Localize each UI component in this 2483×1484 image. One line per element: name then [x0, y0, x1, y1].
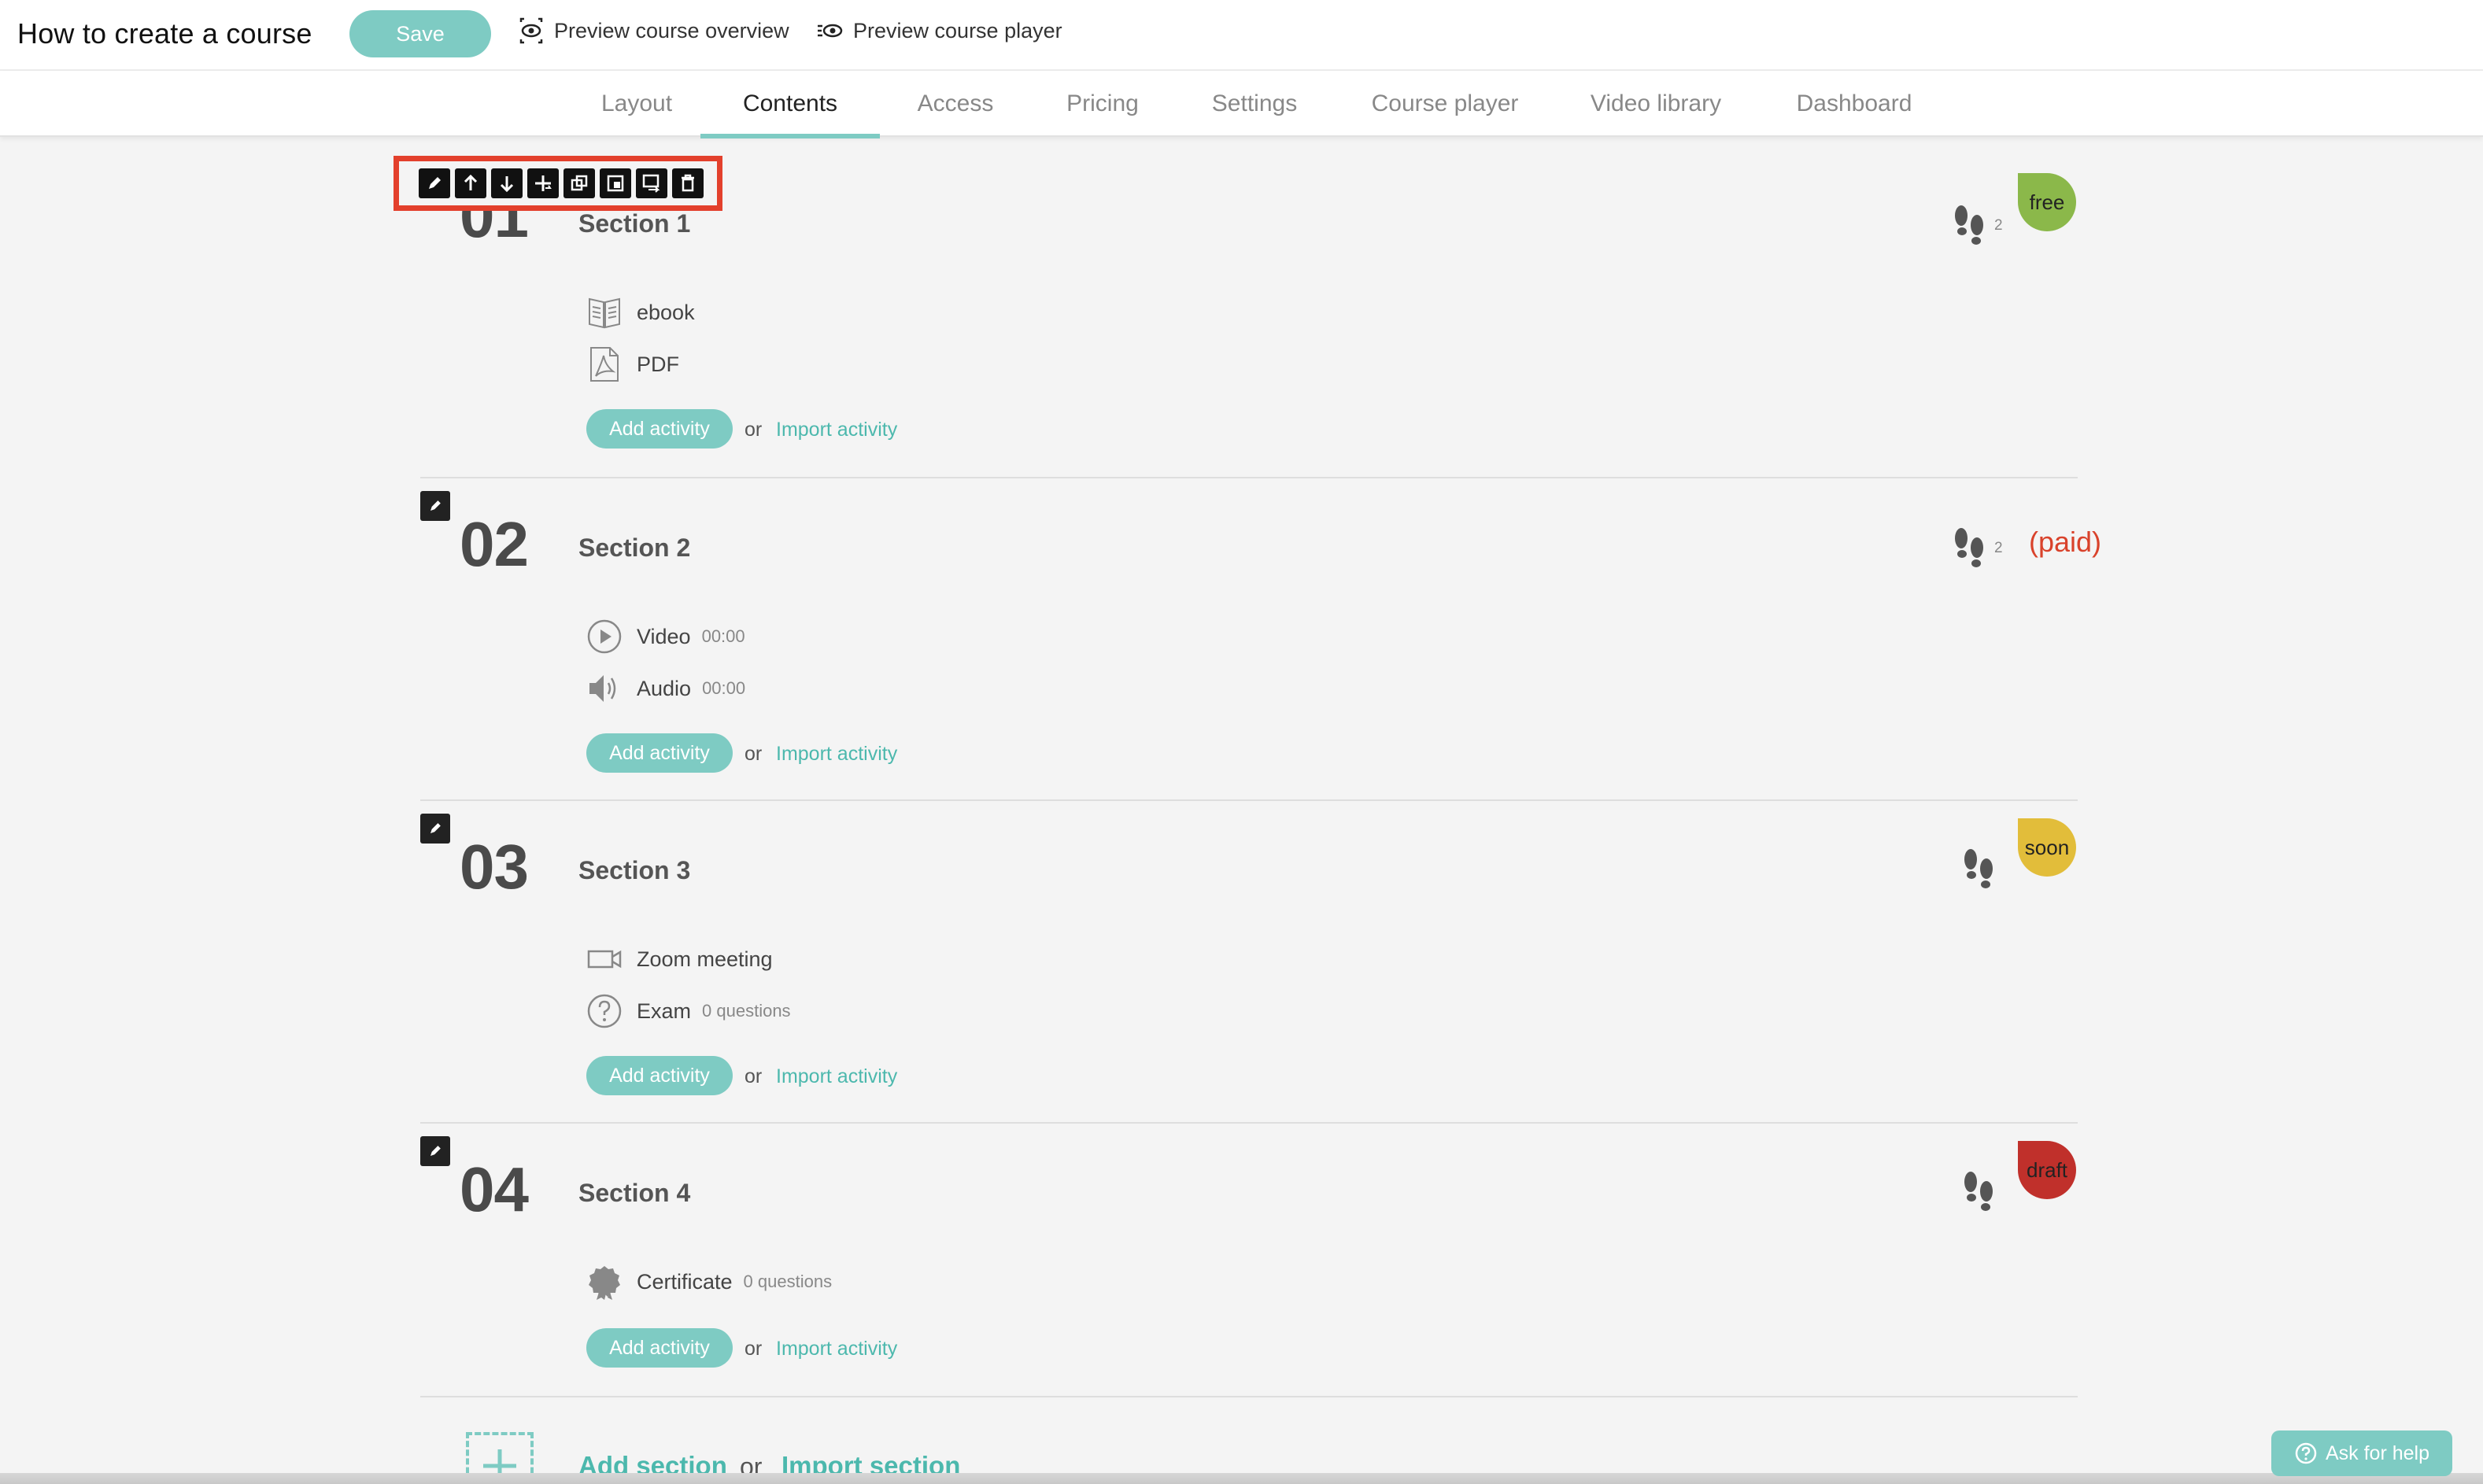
- preview-course-player-label: Preview course player: [853, 18, 1062, 42]
- activity-item[interactable]: Audio 00:00: [586, 670, 745, 707]
- course-tabs: Layout Contents Access Pricing Settings …: [0, 71, 2483, 138]
- status-badge-soon: soon: [2018, 818, 2076, 877]
- edit-icon[interactable]: [419, 168, 450, 198]
- delete-icon[interactable]: [672, 168, 704, 198]
- activity-question-count: 0 questions: [702, 1001, 791, 1021]
- activity-item[interactable]: Zoom meeting: [586, 941, 773, 977]
- tab-access[interactable]: Access: [897, 71, 1014, 137]
- preview-eye-icon: [519, 17, 543, 44]
- activity-label: Certificate: [637, 1269, 733, 1294]
- section-number: 04: [460, 1154, 529, 1224]
- activity-question-count: 0 questions: [743, 1272, 833, 1291]
- tab-layout[interactable]: Layout: [581, 71, 693, 137]
- question-icon: [587, 994, 622, 1028]
- speaker-icon: [589, 675, 616, 702]
- top-bar: How to create a course Save Preview cour…: [0, 0, 2483, 71]
- activity-duration: 00:00: [702, 678, 746, 698]
- section-toolbar: [419, 168, 704, 198]
- footprints-icon: [1964, 1172, 1993, 1211]
- certificate-icon: [589, 1266, 620, 1300]
- or-text: or: [745, 1338, 763, 1360]
- activity-item[interactable]: ebook: [586, 294, 695, 330]
- import-activity-link[interactable]: Import activity: [776, 1065, 897, 1088]
- status-badge-free: free: [2018, 173, 2076, 231]
- course-title: How to create a course: [17, 17, 312, 50]
- add-activity-button[interactable]: Add activity: [586, 733, 733, 773]
- activity-label: Zoom meeting: [637, 947, 773, 971]
- section-number: 03: [460, 832, 529, 902]
- section-title[interactable]: Section 3: [578, 856, 690, 885]
- duplicate-icon[interactable]: [563, 168, 595, 198]
- or-text: or: [745, 419, 763, 441]
- activity-duration: 00:00: [701, 626, 745, 646]
- move-down-icon[interactable]: [491, 168, 523, 198]
- preview-player-eye-icon: [818, 24, 843, 38]
- section-divider: [420, 477, 2078, 478]
- activity-label: Video: [637, 624, 691, 648]
- add-activity-button[interactable]: Add activity: [586, 1328, 733, 1368]
- section-divider: [420, 799, 2078, 801]
- section-divider: [420, 1122, 2078, 1124]
- status-badge-draft: draft: [2018, 1141, 2076, 1199]
- save-button[interactable]: Save: [349, 10, 491, 57]
- activity-item[interactable]: Exam 0 questions: [586, 993, 791, 1029]
- footprints-icon: [1964, 849, 1993, 888]
- preview-course-player-link[interactable]: Preview course player: [817, 17, 1062, 44]
- preview-course-overview-label: Preview course overview: [554, 18, 789, 42]
- section-edit-icon[interactable]: [420, 491, 450, 521]
- pdf-icon: [590, 347, 619, 382]
- help-icon: [2295, 1442, 2317, 1464]
- move-to-icon[interactable]: [636, 168, 667, 198]
- ebook-icon: [589, 297, 620, 329]
- add-activity-button[interactable]: Add activity: [586, 1056, 733, 1095]
- or-text: or: [745, 743, 763, 765]
- tab-dashboard[interactable]: Dashboard: [1783, 71, 1925, 137]
- tab-video-library[interactable]: Video library: [1571, 71, 1741, 137]
- section-title[interactable]: Section 1: [578, 209, 690, 238]
- add-activity-button[interactable]: Add activity: [586, 409, 733, 449]
- tab-pricing[interactable]: Pricing: [1047, 71, 1158, 137]
- tab-settings[interactable]: Settings: [1192, 71, 1317, 137]
- tab-course-player[interactable]: Course player: [1358, 71, 1532, 137]
- or-text: or: [745, 1065, 763, 1087]
- activity-label: Audio: [637, 676, 692, 700]
- video-camera-icon: [587, 950, 622, 969]
- activity-label: ebook: [637, 300, 695, 324]
- import-activity-link[interactable]: Import activity: [776, 419, 897, 441]
- visit-count: 2: [1994, 217, 2003, 234]
- activity-item[interactable]: Video 00:00: [586, 618, 745, 655]
- section-divider: [420, 1396, 2078, 1397]
- add-icon[interactable]: [527, 168, 559, 198]
- footprints-icon: [1955, 205, 1983, 245]
- paid-label: (paid): [2029, 526, 2102, 558]
- section-title[interactable]: Section 2: [578, 533, 690, 563]
- activity-label: Exam: [637, 999, 692, 1023]
- section-edit-icon[interactable]: [420, 1136, 450, 1166]
- preview-course-overview-link[interactable]: Preview course overview: [518, 17, 789, 44]
- section-title[interactable]: Section 4: [578, 1179, 690, 1208]
- ask-for-help-button[interactable]: Ask for help: [2271, 1430, 2452, 1476]
- section-edit-icon[interactable]: [420, 814, 450, 844]
- visit-count: 2: [1994, 540, 2003, 556]
- play-icon: [587, 619, 622, 654]
- move-up-icon[interactable]: [455, 168, 486, 198]
- ask-for-help-label: Ask for help: [2325, 1442, 2429, 1464]
- copy-icon[interactable]: [600, 168, 631, 198]
- activity-item[interactable]: Certificate 0 questions: [586, 1264, 832, 1300]
- activity-label: PDF: [637, 352, 679, 376]
- import-activity-link[interactable]: Import activity: [776, 743, 897, 766]
- bottom-edge: [0, 1473, 2483, 1484]
- import-activity-link[interactable]: Import activity: [776, 1338, 897, 1360]
- activity-item[interactable]: PDF: [586, 346, 679, 382]
- section-number: 02: [460, 509, 529, 579]
- footprints-icon: [1955, 528, 1983, 567]
- tab-contents[interactable]: Contents: [700, 71, 880, 138]
